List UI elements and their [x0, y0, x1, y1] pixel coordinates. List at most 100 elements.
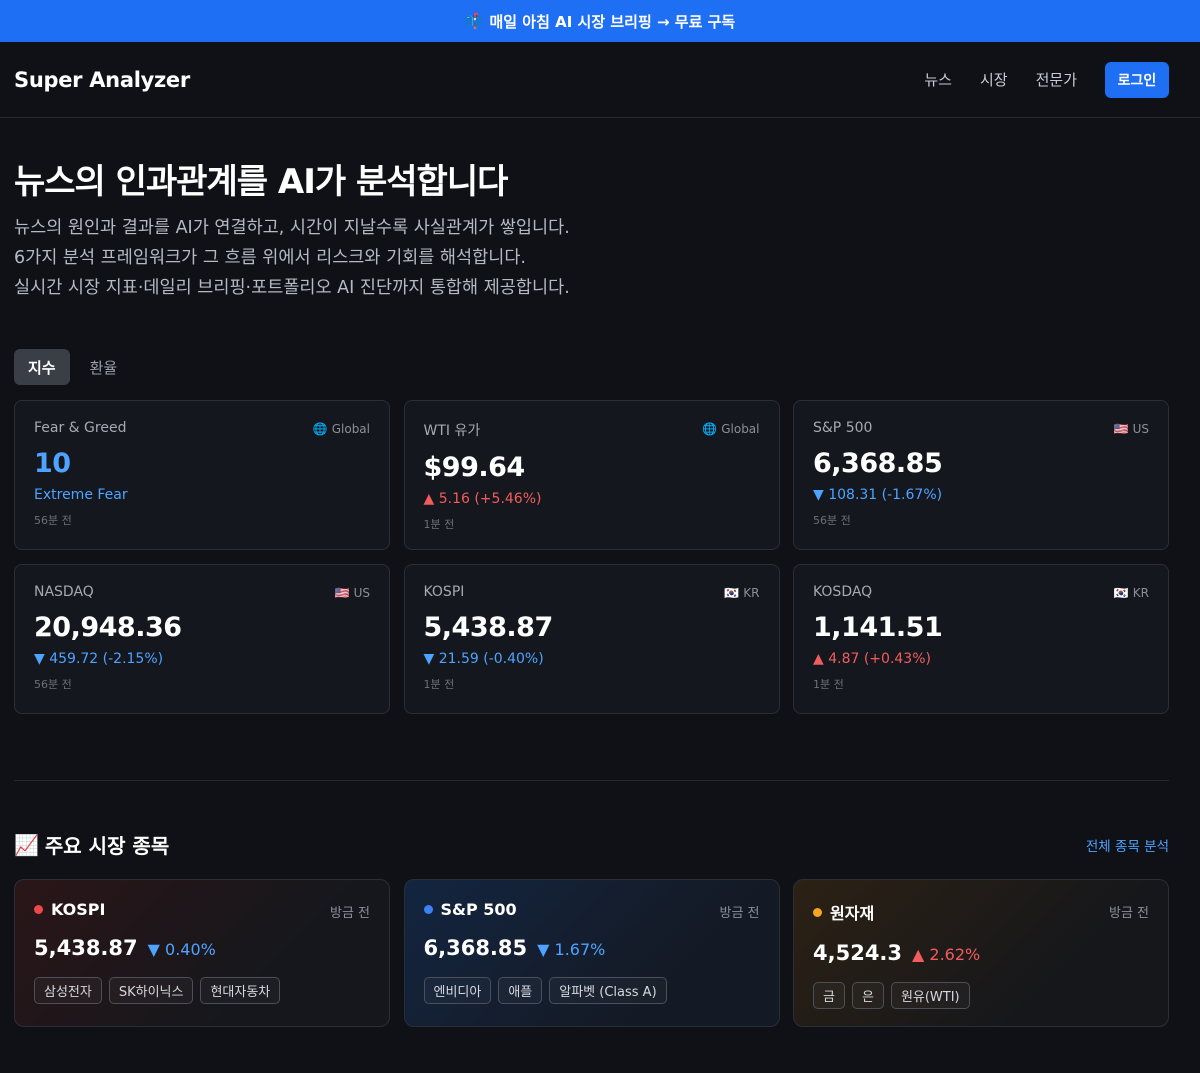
- metric-name: KOSPI: [423, 584, 465, 600]
- market-line: 5,438.87 ▼ 0.40%: [34, 936, 370, 960]
- market-change: ▼ 0.40%: [147, 940, 216, 959]
- market-time: 방금 전: [719, 906, 760, 921]
- market-head: 원자재: [813, 900, 1149, 924]
- stock-chip[interactable]: 현대자동차: [200, 977, 281, 1004]
- top-nav: Super Analyzer 뉴스 시장 전문가 로그인: [0, 42, 1200, 118]
- status-dot: [34, 905, 43, 914]
- market-value: 6,368.85: [423, 936, 528, 960]
- metric-value: 5,438.87: [423, 612, 554, 643]
- market-name: S&P 500: [440, 900, 517, 919]
- stock-chip[interactable]: 원유(WTI): [890, 982, 970, 1009]
- subscribe-banner[interactable]: 📫 매일 아침 AI 시장 브리핑 → 무료 구독: [0, 0, 1200, 42]
- metric-change: ▲ 4.87 (+0.43%): [813, 651, 931, 667]
- market-name: KOSPI: [51, 900, 106, 919]
- nav-link-experts[interactable]: 전문가: [1036, 69, 1077, 90]
- metric-region: 🇺🇸 US: [335, 586, 370, 600]
- metric-region: 🇰🇷 KR: [724, 586, 759, 600]
- market-head: S&P 500: [423, 900, 760, 919]
- metric-time: 1분 전: [423, 678, 455, 691]
- globe-icon: 🌐: [702, 422, 718, 436]
- metric-region: 🇰🇷 KR: [1114, 586, 1149, 600]
- region-label: KR: [1132, 586, 1149, 600]
- metric-region: 🇺🇸 US: [1114, 422, 1149, 436]
- metric-card-sp500[interactable]: S&P 500 🇺🇸 US 6,368.85 ▼ 108.31 (-1.67%) …: [793, 400, 1169, 550]
- metric-change: ▲ 5.16 (+5.46%): [423, 491, 542, 507]
- logo[interactable]: Super Analyzer: [14, 68, 190, 92]
- banner-text: 매일 아침 AI 시장 브리핑 → 무료 구독: [489, 12, 736, 31]
- market-value: 4,524.3: [813, 941, 903, 965]
- stock-chip[interactable]: 애플: [498, 977, 543, 1004]
- nav-link-market[interactable]: 시장: [980, 69, 1008, 90]
- metric-value: 20,948.36: [34, 612, 182, 643]
- metric-value: $99.64: [423, 452, 526, 483]
- metric-time: 1분 전: [423, 518, 455, 531]
- stock-chips: 금 은 원유(WTI): [813, 982, 1149, 1009]
- login-button[interactable]: 로그인: [1105, 61, 1169, 98]
- metric-time: 56분 전: [34, 678, 72, 691]
- metric-change: ▼ 108.31 (-1.67%): [813, 487, 943, 503]
- section-title: 📈 주요 시장 종목: [14, 830, 169, 859]
- stock-chips: 엔비디아 애플 알파벳 (Class A): [423, 977, 760, 1004]
- metric-grid: Fear & Greed 🌐 Global 10 Extreme Fear 56분…: [14, 400, 1169, 714]
- tab-index[interactable]: 지수: [14, 349, 70, 385]
- all-stocks-link[interactable]: 전체 종목 분석: [1086, 835, 1169, 855]
- market-value: 5,438.87: [34, 936, 138, 960]
- us-flag-icon: 🇺🇸: [334, 586, 350, 600]
- metric-name: NASDAQ: [34, 584, 94, 600]
- kr-flag-icon: 🇰🇷: [724, 586, 740, 600]
- region-label: Global: [331, 422, 370, 436]
- market-card-commodities[interactable]: 원자재 방금 전 4,524.3 ▲ 2.62% 금 은 원유(WTI): [793, 879, 1169, 1027]
- section-divider: [14, 780, 1169, 781]
- metric-time: 1분 전: [813, 678, 844, 691]
- globe-icon: 🌐: [312, 422, 328, 436]
- metric-card-nasdaq[interactable]: NASDAQ 🇺🇸 US 20,948.36 ▼ 459.72 (-2.15%) …: [14, 564, 390, 714]
- chart-up-icon: 📈: [14, 832, 39, 857]
- metric-region: 🌐 Global: [702, 422, 759, 436]
- section-title-text: 주요 시장 종목: [44, 834, 170, 858]
- stock-chip[interactable]: 엔비디아: [423, 977, 492, 1004]
- status-dot: [813, 907, 822, 917]
- stock-chip[interactable]: SK하이닉스: [108, 977, 194, 1004]
- metric-time: 56분 전: [813, 514, 851, 527]
- stock-chip[interactable]: 삼성전자: [34, 977, 102, 1004]
- kr-flag-icon: 🇰🇷: [1113, 586, 1129, 600]
- status-dot: [423, 905, 433, 914]
- metric-value: 1,141.51: [813, 612, 943, 643]
- metric-change: ▼ 459.72 (-2.15%): [34, 651, 164, 667]
- stock-chips: 삼성전자 SK하이닉스 현대자동차: [34, 977, 370, 1004]
- metric-time: 56분 전: [34, 514, 72, 527]
- market-time: 방금 전: [329, 906, 370, 921]
- region-label: KR: [743, 586, 760, 600]
- metric-name: S&P 500: [813, 420, 873, 436]
- us-flag-icon: 🇺🇸: [1113, 422, 1129, 436]
- region-label: Global: [721, 422, 760, 436]
- market-grid: KOSPI 방금 전 5,438.87 ▼ 0.40% 삼성전자 SK하이닉스 …: [14, 879, 1169, 1027]
- market-head: KOSPI: [34, 900, 370, 919]
- metric-change: Extreme Fear: [34, 487, 128, 503]
- stock-chip[interactable]: 은: [851, 982, 884, 1009]
- stock-chip[interactable]: 금: [813, 982, 845, 1009]
- market-time: 방금 전: [1108, 906, 1149, 921]
- metric-tabs: 지수 환율: [14, 349, 131, 385]
- hero-line: 뉴스의 원인과 결과를 AI가 연결하고, 시간이 지날수록 사실관계가 쌓입니…: [14, 218, 570, 238]
- page-title: 뉴스의 인과관계를 AI가 분석합니다: [14, 162, 508, 202]
- market-name: 원자재: [830, 904, 875, 923]
- market-card-kospi[interactable]: KOSPI 방금 전 5,438.87 ▼ 0.40% 삼성전자 SK하이닉스 …: [14, 879, 390, 1027]
- metric-value: 10: [34, 448, 71, 479]
- market-card-sp500[interactable]: S&P 500 방금 전 6,368.85 ▼ 1.67% 엔비디아 애플 알파…: [403, 879, 780, 1027]
- mailbox-icon: 📫: [464, 12, 484, 30]
- market-change: ▲ 2.62%: [912, 945, 981, 964]
- region-label: US: [1132, 422, 1149, 436]
- market-change: ▼ 1.67%: [537, 940, 606, 959]
- metric-card-wti[interactable]: WTI 유가 🌐 Global $99.64 ▲ 5.16 (+5.46%) 1분…: [403, 400, 780, 550]
- metric-card-kosdaq[interactable]: KOSDAQ 🇰🇷 KR 1,141.51 ▲ 4.87 (+0.43%) 1분 …: [793, 564, 1169, 714]
- nav-links: 뉴스 시장 전문가 로그인: [924, 61, 1169, 98]
- nav-link-news[interactable]: 뉴스: [924, 69, 952, 90]
- metric-change: ▼ 21.59 (-0.40%): [423, 651, 544, 667]
- market-line: 6,368.85 ▼ 1.67%: [424, 936, 760, 960]
- metric-card-fear-greed[interactable]: Fear & Greed 🌐 Global 10 Extreme Fear 56분…: [14, 400, 390, 550]
- market-line: 4,524.3 ▲ 2.62%: [813, 941, 1149, 965]
- metric-card-kospi[interactable]: KOSPI 🇰🇷 KR 5,438.87 ▼ 21.59 (-0.40%) 1분 …: [403, 564, 780, 714]
- tab-fx[interactable]: 환율: [76, 349, 132, 385]
- stock-chip[interactable]: 알파벳 (Class A): [549, 977, 667, 1004]
